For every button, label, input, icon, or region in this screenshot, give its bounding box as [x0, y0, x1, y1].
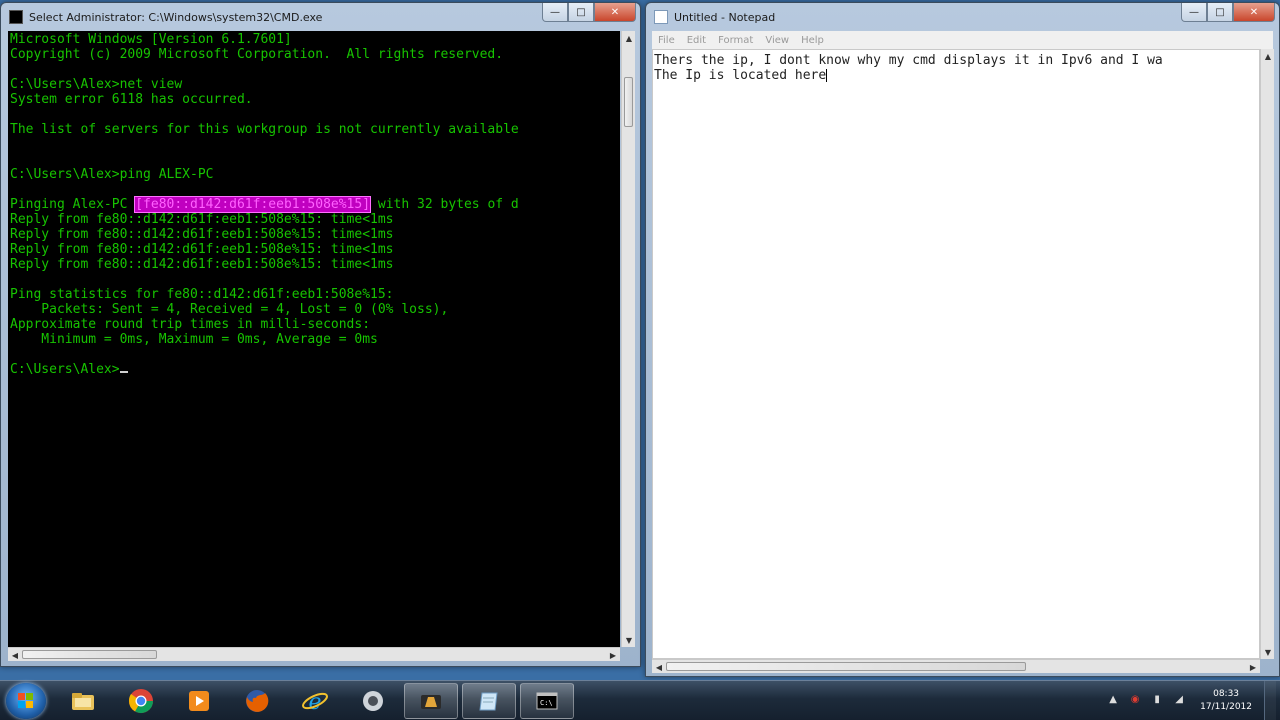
- notepad-close-button[interactable]: ✕: [1233, 3, 1275, 22]
- menu-file[interactable]: File: [652, 35, 681, 46]
- console-prompt: C:\Users\Alex>: [10, 362, 120, 377]
- clock-time: 08:33: [1213, 689, 1240, 699]
- show-hidden-icons-arrow-icon[interactable]: ▲: [1106, 694, 1120, 708]
- cmd-horizontal-scroll-thumb[interactable]: [22, 650, 157, 659]
- menu-format[interactable]: Format: [712, 35, 759, 46]
- show-desktop-button[interactable]: [1264, 681, 1276, 720]
- console-line: Reply from fe80::d142:d61f:eeb1:508e%15:…: [10, 227, 394, 242]
- clock-date: 17/11/2012: [1200, 702, 1252, 712]
- menu-edit[interactable]: Edit: [681, 35, 712, 46]
- ping-prefix: Pinging Alex-PC: [10, 197, 136, 212]
- console-line: C:\Users\Alex>ping ALEX-PC: [10, 167, 214, 182]
- console-line: Microsoft Windows [Version 6.1.7601]: [10, 32, 292, 47]
- notepad-line: The Ip is located here: [654, 68, 828, 83]
- cmd-minimize-button[interactable]: —: [542, 3, 568, 22]
- scroll-up-arrow-icon[interactable]: ▲: [1261, 49, 1275, 63]
- notepad-menubar: File Edit Format View Help: [652, 31, 1273, 49]
- notepad-horizontal-scroll-thumb[interactable]: [666, 662, 1026, 671]
- cmd-vertical-scroll-thumb[interactable]: [624, 77, 633, 127]
- svg-text:C:\: C:\: [540, 699, 553, 707]
- network-icon[interactable]: ◉: [1128, 694, 1142, 708]
- console-prompt-line: C:\Users\Alex>: [10, 362, 620, 377]
- console-line: Reply from fe80::d142:d61f:eeb1:508e%15:…: [10, 212, 394, 227]
- start-button[interactable]: [6, 683, 46, 719]
- scroll-right-arrow-icon[interactable]: ▶: [1246, 660, 1260, 674]
- taskbar-notepad-button[interactable]: [462, 683, 516, 719]
- windows-explorer-icon: [72, 693, 94, 710]
- cmd-titlebar[interactable]: Select Administrator: C:\Windows\system3…: [1, 3, 640, 31]
- console-line: C:\Users\Alex>net view: [10, 77, 183, 92]
- scroll-left-arrow-icon[interactable]: ◀: [8, 648, 22, 662]
- notepad-titlebar[interactable]: Untitled - Notepad — □ ✕: [646, 3, 1279, 31]
- scroll-up-arrow-icon[interactable]: ▲: [622, 31, 636, 45]
- console-line: Ping statistics for fe80::d142:d61f:eeb1…: [10, 287, 394, 302]
- notepad-text-area[interactable]: Thers the ip, I dont know why my cmd dis…: [652, 49, 1260, 659]
- chrome-icon: [128, 689, 153, 714]
- taskbar-ie-button[interactable]: e: [288, 683, 342, 719]
- cmd-window[interactable]: Select Administrator: C:\Windows\system3…: [0, 2, 641, 667]
- notepad-vertical-scrollbar[interactable]: ▲ ▼: [1260, 49, 1274, 659]
- ping-suffix: with 32 bytes of d: [370, 197, 519, 212]
- scroll-right-arrow-icon[interactable]: ▶: [606, 648, 620, 662]
- console-line: Minimum = 0ms, Maximum = 0ms, Average = …: [10, 332, 378, 347]
- taskbar-chrome-button[interactable]: [114, 683, 168, 719]
- taskbar-media-player-button[interactable]: [172, 683, 226, 719]
- scroll-left-arrow-icon[interactable]: ◀: [652, 660, 666, 674]
- taskbar-firefox-button[interactable]: [230, 683, 284, 719]
- console-line: Approximate round trip times in milli-se…: [10, 317, 371, 332]
- console-line: The list of servers for this workgroup i…: [10, 122, 519, 137]
- app-icon: [363, 691, 383, 711]
- taskbar-cmd-pinned-button[interactable]: [404, 683, 458, 719]
- cmd-window-icon: [9, 10, 23, 24]
- cmd-pinned-icon: [421, 695, 441, 709]
- notepad-maximize-button[interactable]: □: [1207, 3, 1233, 22]
- internet-explorer-icon: e: [302, 690, 328, 715]
- selected-ip-address[interactable]: [fe80::d142:d61f:eeb1:508e%15]: [134, 196, 372, 213]
- notepad-line: Thers the ip, I dont know why my cmd dis…: [654, 53, 1163, 68]
- cmd-vertical-scrollbar[interactable]: ▲ ▼: [621, 31, 635, 647]
- cmd-console-output[interactable]: Microsoft Windows [Version 6.1.7601] Copy…: [8, 31, 620, 647]
- notepad-icon: [479, 692, 498, 711]
- text-caret: [826, 69, 828, 82]
- console-cursor: [119, 371, 128, 373]
- cmd-window-title: Select Administrator: C:\Windows\system3…: [29, 10, 323, 24]
- console-line: Copyright (c) 2009 Microsoft Corporation…: [10, 47, 504, 62]
- notepad-window-title: Untitled - Notepad: [674, 10, 776, 24]
- menu-view[interactable]: View: [759, 35, 795, 46]
- scroll-down-arrow-icon[interactable]: ▼: [622, 633, 636, 647]
- menu-help[interactable]: Help: [795, 35, 830, 46]
- taskbar-cmd-button[interactable]: C:\: [520, 683, 574, 719]
- firefox-icon: [246, 690, 269, 712]
- notepad-minimize-button[interactable]: —: [1181, 3, 1207, 22]
- console-ping-line: Pinging Alex-PC [fe80::d142:d61f:eeb1:50…: [10, 196, 620, 213]
- cmd-maximize-button[interactable]: □: [568, 3, 594, 22]
- notepad-window[interactable]: Untitled - Notepad — □ ✕ File Edit Forma…: [645, 2, 1280, 677]
- scroll-down-arrow-icon[interactable]: ▼: [1261, 645, 1275, 659]
- cmd-close-button[interactable]: ✕: [594, 3, 636, 22]
- console-line: Reply from fe80::d142:d61f:eeb1:508e%15:…: [10, 257, 394, 272]
- console-line: Packets: Sent = 4, Received = 4, Lost = …: [10, 302, 449, 317]
- taskbar-app-button[interactable]: [346, 683, 400, 719]
- battery-icon[interactable]: ▮: [1150, 694, 1164, 708]
- volume-icon[interactable]: ◢: [1172, 694, 1186, 708]
- system-tray: ▲ ◉ ▮ ◢ 08:33 17/11/2012: [1102, 681, 1276, 720]
- cmd-icon: C:\: [536, 692, 558, 710]
- notepad-horizontal-scrollbar[interactable]: ◀ ▶: [652, 659, 1260, 673]
- console-line: Reply from fe80::d142:d61f:eeb1:508e%15:…: [10, 242, 394, 257]
- taskbar: e C:\ ▲ ◉ ▮ ◢ 08:33 17/11/2012: [0, 680, 1280, 720]
- cmd-horizontal-scrollbar[interactable]: ◀ ▶: [8, 647, 620, 661]
- clock[interactable]: 08:33 17/11/2012: [1200, 688, 1252, 714]
- notepad-window-icon: [654, 10, 668, 24]
- media-player-icon: [189, 691, 209, 711]
- console-line: System error 6118 has occurred.: [10, 92, 253, 107]
- taskbar-explorer-button[interactable]: [56, 683, 110, 719]
- windows-logo-icon: [18, 693, 34, 709]
